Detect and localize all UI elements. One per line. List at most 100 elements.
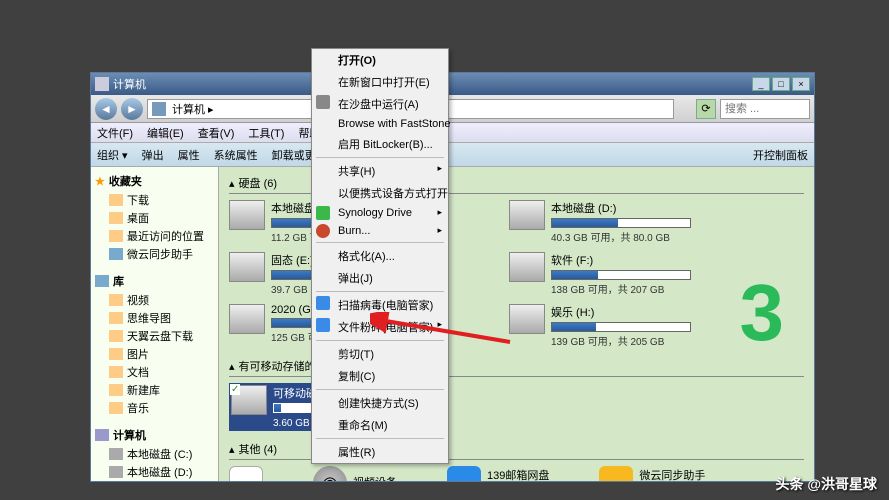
drive-icon xyxy=(229,252,265,282)
explorer-window: 计算机 _ □ × ◄ ► 计算机 ▸ ⟳ 文件(F) 编辑(E) 查看(V) … xyxy=(90,72,815,482)
other-blank[interactable] xyxy=(229,466,263,481)
minimize-button[interactable]: _ xyxy=(752,77,770,91)
cloud-icon: ☁ xyxy=(447,466,481,481)
ctx-在沙盘中运行a[interactable]: 在沙盘中运行(A) xyxy=(312,93,448,115)
ctx-在新窗口中打开e[interactable]: 在新窗口中打开(E) xyxy=(312,71,448,93)
ctx-属性r[interactable]: 属性(R) xyxy=(312,441,448,463)
drive-icon xyxy=(109,466,123,478)
refresh-button[interactable]: ⟳ xyxy=(696,99,716,119)
menu-file[interactable]: 文件(F) xyxy=(97,125,133,141)
folder-icon xyxy=(109,194,123,206)
drive-icon xyxy=(229,200,265,230)
menu-tools[interactable]: 工具(T) xyxy=(248,125,284,141)
drive-d[interactable]: 本地磁盘 (D:) 40.3 GB 可用，共 80.0 GB xyxy=(509,200,709,244)
ctx-扫描病毒电脑管家[interactable]: 扫描病毒(电脑管家) xyxy=(312,294,448,316)
ctx-复制c[interactable]: 复制(C) xyxy=(312,365,448,387)
ctx-burn[interactable]: Burn... xyxy=(312,222,448,240)
tool-system-properties[interactable]: 系统属性 xyxy=(214,147,258,163)
sidebar-item-documents[interactable]: 文档 xyxy=(93,363,216,381)
ctx-文件粉碎电脑管家[interactable]: 文件粉碎(电脑管家) xyxy=(312,316,448,338)
drive-icon xyxy=(509,304,545,334)
blank-icon xyxy=(229,466,263,481)
ctx-剪切t[interactable]: 剪切(T) xyxy=(312,343,448,365)
sidebar-item-tianyi[interactable]: 天翼云盘下载 xyxy=(93,327,216,345)
folder-icon xyxy=(109,366,123,378)
titlebar[interactable]: 计算机 _ □ × xyxy=(91,73,814,95)
computer-icon xyxy=(95,429,109,441)
folder-icon xyxy=(109,312,123,324)
drive-f[interactable]: 软件 (F:) 138 GB 可用，共 207 GB xyxy=(509,252,709,296)
syno-icon xyxy=(316,206,330,220)
annotation-step-3: 3 xyxy=(740,267,785,359)
watermark: 头条 @洪哥星球 xyxy=(775,474,877,494)
camera-icon: ◉ xyxy=(313,466,347,481)
folder-icon xyxy=(109,230,123,242)
tool-properties[interactable]: 属性 xyxy=(178,147,200,163)
computer-icon xyxy=(152,102,166,116)
cloud-icon xyxy=(109,248,123,260)
tool-eject[interactable]: 弹出 xyxy=(142,147,164,163)
sidebar-item-pictures[interactable]: 图片 xyxy=(93,345,216,363)
menu-edit[interactable]: 编辑(E) xyxy=(147,125,184,141)
nav-toolbar: ◄ ► 计算机 ▸ ⟳ xyxy=(91,95,814,123)
sidebar-item-weiyun[interactable]: 微云同步助手 xyxy=(93,245,216,263)
drive-icon xyxy=(229,304,265,334)
ctx-弹出j[interactable]: 弹出(J) xyxy=(312,267,448,289)
tool-organize[interactable]: 组织 ▾ xyxy=(97,147,128,163)
shield-icon xyxy=(316,318,330,332)
other-weiyun[interactable]: ☁ 微云同步助手系统文件夹 xyxy=(599,466,705,481)
sidebar-item-desktop[interactable]: 桌面 xyxy=(93,209,216,227)
other-video-device[interactable]: ◉ 视频设备 xyxy=(313,466,397,481)
sidebar-drive-c[interactable]: 本地磁盘 (C:) xyxy=(93,445,216,463)
forward-button[interactable]: ► xyxy=(121,98,143,120)
sand-icon xyxy=(316,95,330,109)
folder-icon xyxy=(109,294,123,306)
favorites-head[interactable]: ★收藏夹 xyxy=(93,171,216,191)
drive-icon xyxy=(109,448,123,460)
ctx-格式化a[interactable]: 格式化(A)... xyxy=(312,245,448,267)
drive-icon xyxy=(509,200,545,230)
computer-head[interactable]: 计算机 xyxy=(93,425,216,445)
search-input[interactable] xyxy=(720,99,810,119)
folder-icon xyxy=(109,402,123,414)
sidebar-item-video[interactable]: 视频 xyxy=(93,291,216,309)
sidebar-item-newlib[interactable]: 新建库 xyxy=(93,381,216,399)
computer-icon xyxy=(95,77,109,91)
sidebar-item-music[interactable]: 音乐 xyxy=(93,399,216,417)
ctx-重命名m[interactable]: 重命名(M) xyxy=(312,414,448,436)
sidebar-drive-d[interactable]: 本地磁盘 (D:) xyxy=(93,463,216,481)
sidebar-item-mindmap[interactable]: 思维导图 xyxy=(93,309,216,327)
ctx-以便携式设备方式打开[interactable]: 以便携式设备方式打开 xyxy=(312,182,448,204)
shield-icon xyxy=(316,296,330,310)
sidebar-item-downloads[interactable]: 下载 xyxy=(93,191,216,209)
drive-icon: ✓ xyxy=(231,385,267,415)
ctx-创建快捷方式s[interactable]: 创建快捷方式(S) xyxy=(312,392,448,414)
nav-tree: ★收藏夹 下载 桌面 最近访问的位置 微云同步助手 库 视频 思维导图 天翼云盘… xyxy=(91,167,219,481)
close-button[interactable]: × xyxy=(792,77,810,91)
context-menu: 打开(O)在新窗口中打开(E)在沙盘中运行(A)Browse with Fast… xyxy=(311,48,449,464)
ctx-browsewithfaststone[interactable]: Browse with FastStone xyxy=(312,115,448,133)
back-button[interactable]: ◄ xyxy=(95,98,117,120)
drive-h[interactable]: 娱乐 (H:) 139 GB 可用，共 205 GB xyxy=(509,304,709,348)
ctx-打开o[interactable]: 打开(O) xyxy=(312,49,448,71)
content-pane: 3 ▴硬盘 (6) 本地磁盘 (C:) 11.2 GB 可用 本地磁盘 (D:) xyxy=(219,167,814,481)
library-head[interactable]: 库 xyxy=(93,271,216,291)
folder-icon xyxy=(109,348,123,360)
tool-control-panel[interactable]: 开控制面板 xyxy=(753,147,808,163)
ctx-启用bitlockerb[interactable]: 启用 BitLocker(B)... xyxy=(312,133,448,155)
maximize-button[interactable]: □ xyxy=(772,77,790,91)
burn-icon xyxy=(316,224,330,238)
folder-icon xyxy=(109,330,123,342)
drive-icon xyxy=(509,252,545,282)
breadcrumb-label: 计算机 ▸ xyxy=(172,101,214,117)
ctx-共享h[interactable]: 共享(H) xyxy=(312,160,448,182)
star-icon: ★ xyxy=(95,175,105,188)
tool-uninstall[interactable]: 卸载或更 xyxy=(272,147,316,163)
sidebar-item-recent[interactable]: 最近访问的位置 xyxy=(93,227,216,245)
other-139mail[interactable]: ☁ 139邮箱网盘系统文件夹 xyxy=(447,466,549,481)
ctx-synologydrive[interactable]: Synology Drive xyxy=(312,204,448,222)
menubar: 文件(F) 编辑(E) 查看(V) 工具(T) 帮助(H) xyxy=(91,123,814,143)
menu-view[interactable]: 查看(V) xyxy=(198,125,235,141)
cloud-icon: ☁ xyxy=(599,466,633,481)
library-icon xyxy=(95,275,109,287)
